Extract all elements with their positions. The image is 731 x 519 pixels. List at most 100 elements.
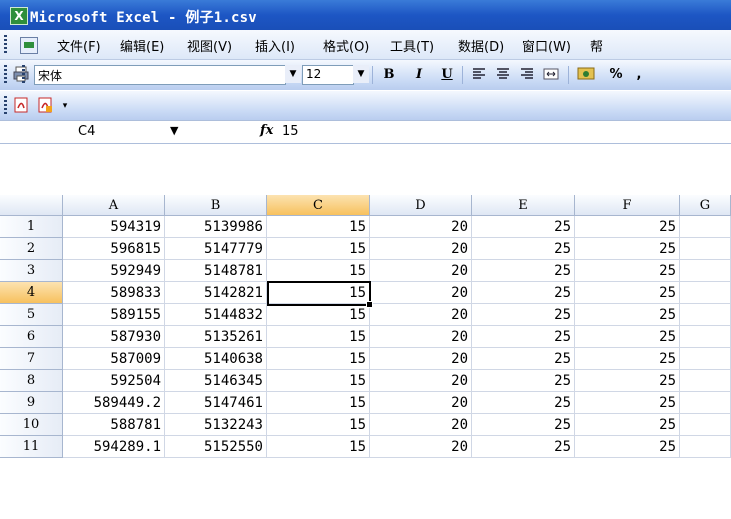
toolbar-grip[interactable] <box>4 65 7 84</box>
cell[interactable]: 20 <box>370 216 472 238</box>
merge-center-icon[interactable] <box>542 66 560 84</box>
chevron-down-icon[interactable]: ▼ <box>353 65 369 83</box>
row-header[interactable]: 4 <box>0 282 63 304</box>
workbook-menu-icon[interactable] <box>20 37 38 54</box>
cell[interactable]: 589833 <box>63 282 165 304</box>
cell[interactable]: 20 <box>370 238 472 260</box>
menu-help[interactable]: 帮 <box>590 36 603 55</box>
formula-input[interactable]: 15 <box>282 124 299 139</box>
font-name-select[interactable]: 宋体 <box>34 65 286 85</box>
cell[interactable]: 20 <box>370 414 472 436</box>
cell[interactable]: 15 <box>267 392 370 414</box>
cell[interactable]: 25 <box>575 238 680 260</box>
menu-data[interactable]: 数据(D) <box>458 36 504 55</box>
cell[interactable]: 25 <box>575 282 680 304</box>
cell[interactable]: 15 <box>267 436 370 458</box>
menu-edit[interactable]: 编辑(E) <box>120 36 164 55</box>
cell[interactable]: 5142821 <box>165 282 267 304</box>
cell[interactable]: 589449.2 <box>63 392 165 414</box>
toolbar-grip[interactable] <box>4 96 7 115</box>
pdf-attach-icon[interactable] <box>36 97 54 115</box>
row-header[interactable]: 10 <box>0 414 63 436</box>
cell[interactable]: 25 <box>472 348 575 370</box>
cell[interactable]: 5135261 <box>165 326 267 348</box>
cell[interactable]: 20 <box>370 304 472 326</box>
cell[interactable]: 588781 <box>63 414 165 436</box>
menu-file[interactable]: 文件(F) <box>57 36 101 55</box>
cell[interactable]: 5146345 <box>165 370 267 392</box>
cell[interactable]: 5144832 <box>165 304 267 326</box>
cell[interactable]: 5147779 <box>165 238 267 260</box>
align-center-icon[interactable] <box>494 66 512 84</box>
cell[interactable]: 25 <box>472 370 575 392</box>
cell[interactable]: 5152550 <box>165 436 267 458</box>
cell[interactable]: 592504 <box>63 370 165 392</box>
cell[interactable] <box>680 348 731 370</box>
cell[interactable]: 25 <box>472 414 575 436</box>
cell[interactable]: 25 <box>575 436 680 458</box>
cell[interactable]: 15 <box>267 414 370 436</box>
percent-button[interactable]: % <box>608 66 624 84</box>
menu-window[interactable]: 窗口(W) <box>522 36 571 55</box>
cell[interactable]: 25 <box>472 436 575 458</box>
cell[interactable]: 20 <box>370 392 472 414</box>
cell[interactable]: 5132243 <box>165 414 267 436</box>
row-header[interactable]: 9 <box>0 392 63 414</box>
title-bar[interactable]: X Microsoft Excel - 例子1.csv <box>0 0 731 30</box>
name-box[interactable]: C4 <box>0 121 148 143</box>
cell[interactable]: 15 <box>267 260 370 282</box>
insert-function-icon[interactable]: fx <box>260 123 273 138</box>
cell[interactable]: 25 <box>472 260 575 282</box>
cell[interactable]: 25 <box>472 238 575 260</box>
menu-view[interactable]: 视图(V) <box>187 36 232 55</box>
row-header[interactable]: 8 <box>0 370 63 392</box>
cell[interactable]: 5140638 <box>165 348 267 370</box>
column-header-d[interactable]: D <box>370 195 472 216</box>
cell[interactable]: 587009 <box>63 348 165 370</box>
row-header[interactable]: 7 <box>0 348 63 370</box>
cell[interactable]: 5148781 <box>165 260 267 282</box>
column-header-b[interactable]: B <box>165 195 267 216</box>
cell[interactable]: 596815 <box>63 238 165 260</box>
comma-button[interactable]: , <box>632 66 646 84</box>
cell[interactable]: 15 <box>267 238 370 260</box>
underline-button[interactable]: U <box>438 66 456 84</box>
cell[interactable]: 20 <box>370 436 472 458</box>
row-header[interactable]: 5 <box>0 304 63 326</box>
cell[interactable]: 25 <box>575 392 680 414</box>
pdf-convert-icon[interactable] <box>12 97 30 115</box>
align-left-icon[interactable] <box>470 66 488 84</box>
italic-button[interactable]: I <box>410 66 428 84</box>
cell[interactable]: 25 <box>472 282 575 304</box>
cell[interactable]: 25 <box>472 304 575 326</box>
toolbar-options-icon[interactable]: ▾ <box>60 97 70 115</box>
column-header-a[interactable]: A <box>63 195 165 216</box>
active-cell-border[interactable] <box>267 281 373 308</box>
column-header-c[interactable]: C <box>267 195 370 216</box>
cell[interactable]: 15 <box>267 216 370 238</box>
cell[interactable] <box>680 392 731 414</box>
chevron-down-icon[interactable]: ▼ <box>170 124 178 137</box>
cell[interactable]: 20 <box>370 370 472 392</box>
chevron-down-icon[interactable]: ▼ <box>285 65 301 83</box>
menu-insert[interactable]: 插入(I) <box>255 36 295 55</box>
cell[interactable]: 20 <box>370 348 472 370</box>
cell[interactable]: 592949 <box>63 260 165 282</box>
cell[interactable]: 20 <box>370 282 472 304</box>
row-header[interactable]: 3 <box>0 260 63 282</box>
cell[interactable]: 15 <box>267 304 370 326</box>
cell[interactable]: 25 <box>575 260 680 282</box>
cell[interactable]: 25 <box>472 392 575 414</box>
cell[interactable] <box>680 260 731 282</box>
cell[interactable]: 20 <box>370 326 472 348</box>
row-header[interactable]: 11 <box>0 436 63 458</box>
cell[interactable]: 594319 <box>63 216 165 238</box>
cell[interactable] <box>680 370 731 392</box>
bold-button[interactable]: B <box>380 66 398 84</box>
cell[interactable]: 25 <box>575 216 680 238</box>
cell[interactable] <box>680 238 731 260</box>
cell[interactable]: 25 <box>575 326 680 348</box>
cell[interactable]: 25 <box>472 326 575 348</box>
cell[interactable]: 25 <box>575 414 680 436</box>
cell[interactable]: 20 <box>370 260 472 282</box>
